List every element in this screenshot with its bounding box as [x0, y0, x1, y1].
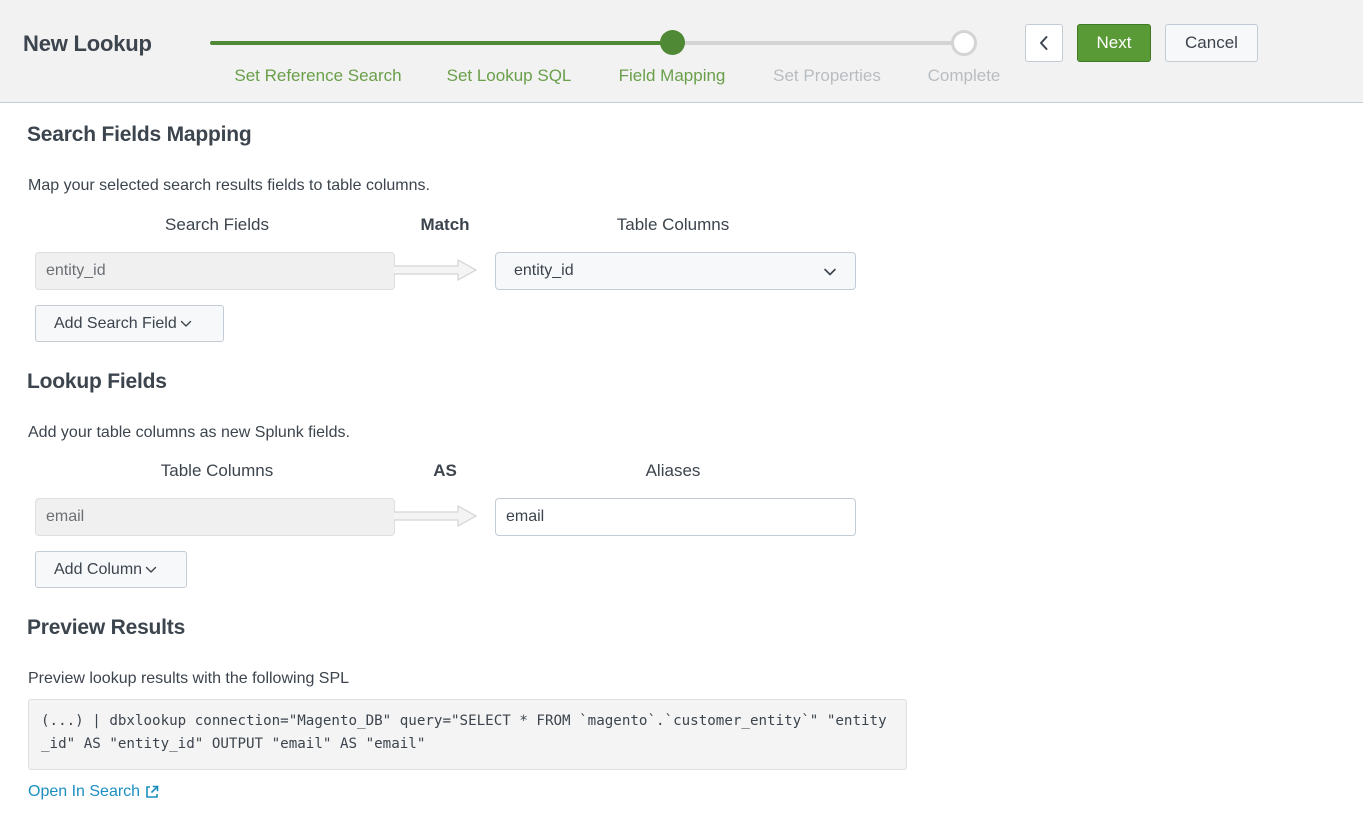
add-search-field-label: Add Search Field	[54, 314, 177, 332]
lookup-table-columns-header: Table Columns	[160, 461, 274, 480]
stepper-current-dot	[660, 30, 685, 55]
step-set-reference-search[interactable]: Set Reference Search	[234, 66, 401, 86]
stepper-progress-track	[210, 41, 672, 45]
stepper-remaining-track	[672, 41, 964, 45]
step-complete: Complete	[927, 66, 1001, 85]
as-column-header: AS	[433, 461, 457, 480]
chevron-down-icon	[824, 268, 836, 276]
table-column-select-value: entity_id	[514, 262, 574, 279]
wizard-stepper: Set Reference Search Set Lookup SQL Fiel…	[0, 0, 1010, 103]
open-in-search-link[interactable]: Open In Search	[28, 783, 160, 801]
lookup-fields-heading: Lookup Fields	[27, 370, 167, 393]
table-column-select[interactable]: entity_id	[495, 252, 856, 290]
external-link-icon	[146, 785, 159, 798]
step-field-mapping: Field Mapping	[618, 66, 726, 85]
step-set-properties: Set Properties	[773, 66, 881, 85]
lookup-column-readonly: email	[35, 498, 395, 536]
match-column-header: Match	[420, 215, 470, 234]
aliases-column-header: Aliases	[645, 461, 701, 480]
table-columns-column-header: Table Columns	[616, 215, 730, 234]
search-mapping-description: Map your selected search results fields …	[28, 177, 430, 194]
search-field-readonly: entity_id	[35, 252, 395, 290]
chevron-down-icon	[145, 566, 157, 573]
lookup-fields-description: Add your table columns as new Splunk fie…	[28, 424, 350, 441]
next-button[interactable]: Next	[1077, 24, 1151, 62]
alias-input[interactable]	[495, 498, 856, 536]
chevron-down-icon	[180, 320, 191, 327]
preview-results-heading: Preview Results	[27, 616, 186, 639]
add-search-field-button[interactable]: Add Search Field	[35, 305, 224, 342]
stepper-final-dot	[951, 30, 977, 56]
add-column-label: Add Column	[54, 560, 143, 578]
add-column-button[interactable]: Add Column	[35, 551, 187, 588]
wizard-header: New Lookup Set Reference Search Set Look…	[0, 0, 1363, 103]
match-arrow-icon	[394, 258, 478, 282]
search-mapping-heading: Search Fields Mapping	[27, 123, 252, 146]
open-in-search-label: Open In Search	[28, 783, 141, 800]
as-arrow-icon	[394, 504, 478, 528]
search-fields-column-header: Search Fields	[165, 215, 269, 234]
back-button[interactable]	[1025, 24, 1063, 62]
preview-results-description: Preview lookup results with the followin…	[28, 670, 350, 687]
step-set-lookup-sql[interactable]: Set Lookup SQL	[447, 66, 572, 86]
chevron-left-icon	[1040, 36, 1048, 50]
cancel-button[interactable]: Cancel	[1165, 24, 1258, 62]
spl-preview-code: (...) | dbxlookup connection="Magento_DB…	[28, 699, 907, 770]
